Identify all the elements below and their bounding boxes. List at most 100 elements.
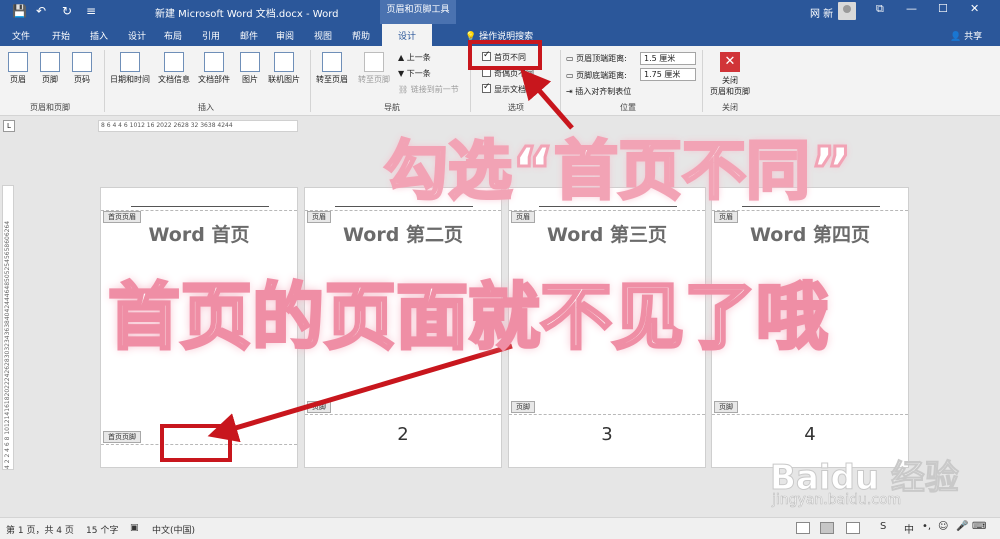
page-number-icon xyxy=(72,52,92,72)
tab-home[interactable]: 开始 xyxy=(52,29,70,42)
goto-header-button[interactable]: 转至页眉 xyxy=(316,52,348,85)
emoji-icon[interactable]: ☺ xyxy=(938,521,948,532)
ruler-scale[interactable]: 8 6 4 4 6 1012 16 2022 2628 32 3638 4244 xyxy=(98,120,298,132)
footer-bottom-distance-input[interactable]: 1.75 厘米 xyxy=(640,68,696,81)
docinfo-button[interactable]: 文档信息 xyxy=(158,52,190,85)
language-indicator[interactable]: 中文(中国) xyxy=(152,523,195,536)
group-divider xyxy=(104,50,105,112)
footer-bottom-distance-label: ▭ 页脚底端距离: xyxy=(566,71,627,80)
docinfo-icon xyxy=(164,52,184,72)
title-bar: 💾 ↶ ↻ ≡ 新建 Microsoft Word 文档.docx - Word… xyxy=(0,0,1000,24)
group-label-hf: 页眉和页脚 xyxy=(30,103,70,112)
header-top-distance-input[interactable]: 1.5 厘米 xyxy=(640,52,696,65)
tab-design[interactable]: 设计 xyxy=(128,29,146,42)
first-page-footer-tag: 首页页脚 xyxy=(103,431,141,443)
picture-button[interactable]: 图片 xyxy=(240,52,260,85)
insert-align-tab-button[interactable]: ⇥ 插入对齐制表位 xyxy=(566,86,631,97)
annotation-first-page-gone: 首页的页面就不见了哦 xyxy=(106,274,829,361)
goto-footer-button[interactable]: 转至页脚 xyxy=(358,52,390,85)
user-name[interactable]: 网 新 xyxy=(810,5,833,20)
arrow-up-icon: ▲ xyxy=(398,53,407,62)
document-title: 新建 Microsoft Word 文档.docx - Word xyxy=(155,9,339,20)
baidu-watermark-url: jingyan.baidu.com xyxy=(772,492,902,509)
header-icon xyxy=(8,52,28,72)
tab-layout[interactable]: 布局 xyxy=(164,29,182,42)
show-document-text-checkbox[interactable]: 显示文档文字 xyxy=(482,82,542,95)
word-count[interactable]: 15 个字 xyxy=(86,523,118,536)
footer-tag: 页脚 xyxy=(511,401,535,413)
share-button[interactable]: 👤 共享 xyxy=(950,29,982,42)
goto-footer-icon xyxy=(364,52,384,72)
group-label-insert: 插入 xyxy=(198,103,214,112)
tab-insert[interactable]: 插入 xyxy=(90,29,108,42)
close-hf-button[interactable]: ✕ 关闭 页眉和页脚 xyxy=(710,52,750,97)
datetime-button[interactable]: 日期和时间 xyxy=(110,52,150,85)
group-label-close: 关闭 xyxy=(722,103,738,112)
annotation-check-first-page: 勾选“首页不同” xyxy=(382,134,853,211)
minimize-icon[interactable]: — xyxy=(906,2,917,15)
docparts-icon xyxy=(204,52,224,72)
print-layout-button[interactable] xyxy=(820,522,834,534)
online-picture-icon xyxy=(274,52,294,72)
previous-section-button[interactable]: ▲ 上一条 xyxy=(398,52,431,63)
page-count[interactable]: 第 1 页，共 4 页 xyxy=(6,523,74,536)
highlight-box-footer xyxy=(160,424,232,462)
footer-tag: 页脚 xyxy=(307,401,331,413)
calendar-icon xyxy=(120,52,140,72)
redo-icon[interactable]: ↻ xyxy=(62,4,72,18)
link-icon: ⛓ xyxy=(398,85,411,94)
footer-icon xyxy=(40,52,60,72)
link-previous-button[interactable]: ⛓ 链接到前一节 xyxy=(398,84,459,95)
save-icon[interactable]: 💾 xyxy=(12,4,27,18)
tab-selector[interactable]: L xyxy=(3,120,15,132)
vertical-ruler[interactable]: 4 2 2 4 6 8 1012141618202224262830323436… xyxy=(2,185,14,470)
group-label-position: 位置 xyxy=(620,103,636,112)
goto-header-icon xyxy=(322,52,342,72)
tab-references[interactable]: 引用 xyxy=(202,29,220,42)
avatar[interactable] xyxy=(838,2,856,20)
header-rule xyxy=(131,206,269,207)
tab-hf-design[interactable]: 设计 xyxy=(382,24,433,46)
proofing-icon[interactable]: ▣ xyxy=(130,523,139,533)
picture-icon xyxy=(240,52,260,72)
page-heading: Word 第二页 xyxy=(343,224,463,246)
header-top-distance-label: ▭ 页眉顶端距离: xyxy=(566,54,627,63)
maximize-icon[interactable]: ☐ xyxy=(938,2,948,15)
align-tab-icon: ⇥ xyxy=(566,87,576,96)
header-position-icon: ▭ xyxy=(566,54,577,63)
page-number: 4 xyxy=(804,424,816,445)
ime-icon[interactable]: S xyxy=(880,521,886,532)
ime-chinese-icon[interactable]: 中 xyxy=(904,521,914,536)
undo-icon[interactable]: ↶ xyxy=(36,4,46,18)
keyboard-icon[interactable]: ⌨ xyxy=(972,521,986,532)
footer-tag: 页脚 xyxy=(714,401,738,413)
header-button[interactable]: 页眉 xyxy=(8,52,28,85)
docparts-button[interactable]: 文档部件 xyxy=(198,52,230,85)
tab-help[interactable]: 帮助 xyxy=(352,29,370,42)
tab-file[interactable]: 文件 xyxy=(12,29,30,42)
page-heading: Word 第四页 xyxy=(750,224,870,246)
online-picture-button[interactable]: 联机图片 xyxy=(268,52,300,85)
close-icon[interactable]: ✕ xyxy=(970,2,979,15)
page-number: 3 xyxy=(601,424,613,445)
group-label-nav: 导航 xyxy=(384,103,400,112)
microphone-icon[interactable]: 🎤 xyxy=(956,521,968,532)
customize-icon[interactable]: ≡ xyxy=(86,4,96,18)
page-number-button[interactable]: 页码 xyxy=(72,52,92,85)
next-section-button[interactable]: ▼ 下一条 xyxy=(398,68,431,79)
group-divider xyxy=(702,50,703,112)
tab-review[interactable]: 审阅 xyxy=(276,29,294,42)
punctuation-icon[interactable]: •, xyxy=(922,521,931,532)
footer-boundary xyxy=(509,414,705,415)
footer-boundary xyxy=(305,414,501,415)
footer-button[interactable]: 页脚 xyxy=(40,52,60,85)
checkbox-checked xyxy=(482,82,491,93)
footer-boundary xyxy=(712,414,908,415)
ribbon-display-icon[interactable]: ⧉ xyxy=(876,2,884,16)
read-mode-button[interactable] xyxy=(796,522,810,534)
context-tools-label: 页眉和页脚工具 xyxy=(380,0,456,24)
status-bar: 第 1 页，共 4 页 15 个字 ▣ 中文(中国) S 中 •, ☺ 🎤 ⌨ xyxy=(0,517,1000,539)
web-layout-button[interactable] xyxy=(846,522,860,534)
tab-view[interactable]: 视图 xyxy=(314,29,332,42)
tab-mailings[interactable]: 邮件 xyxy=(240,29,258,42)
